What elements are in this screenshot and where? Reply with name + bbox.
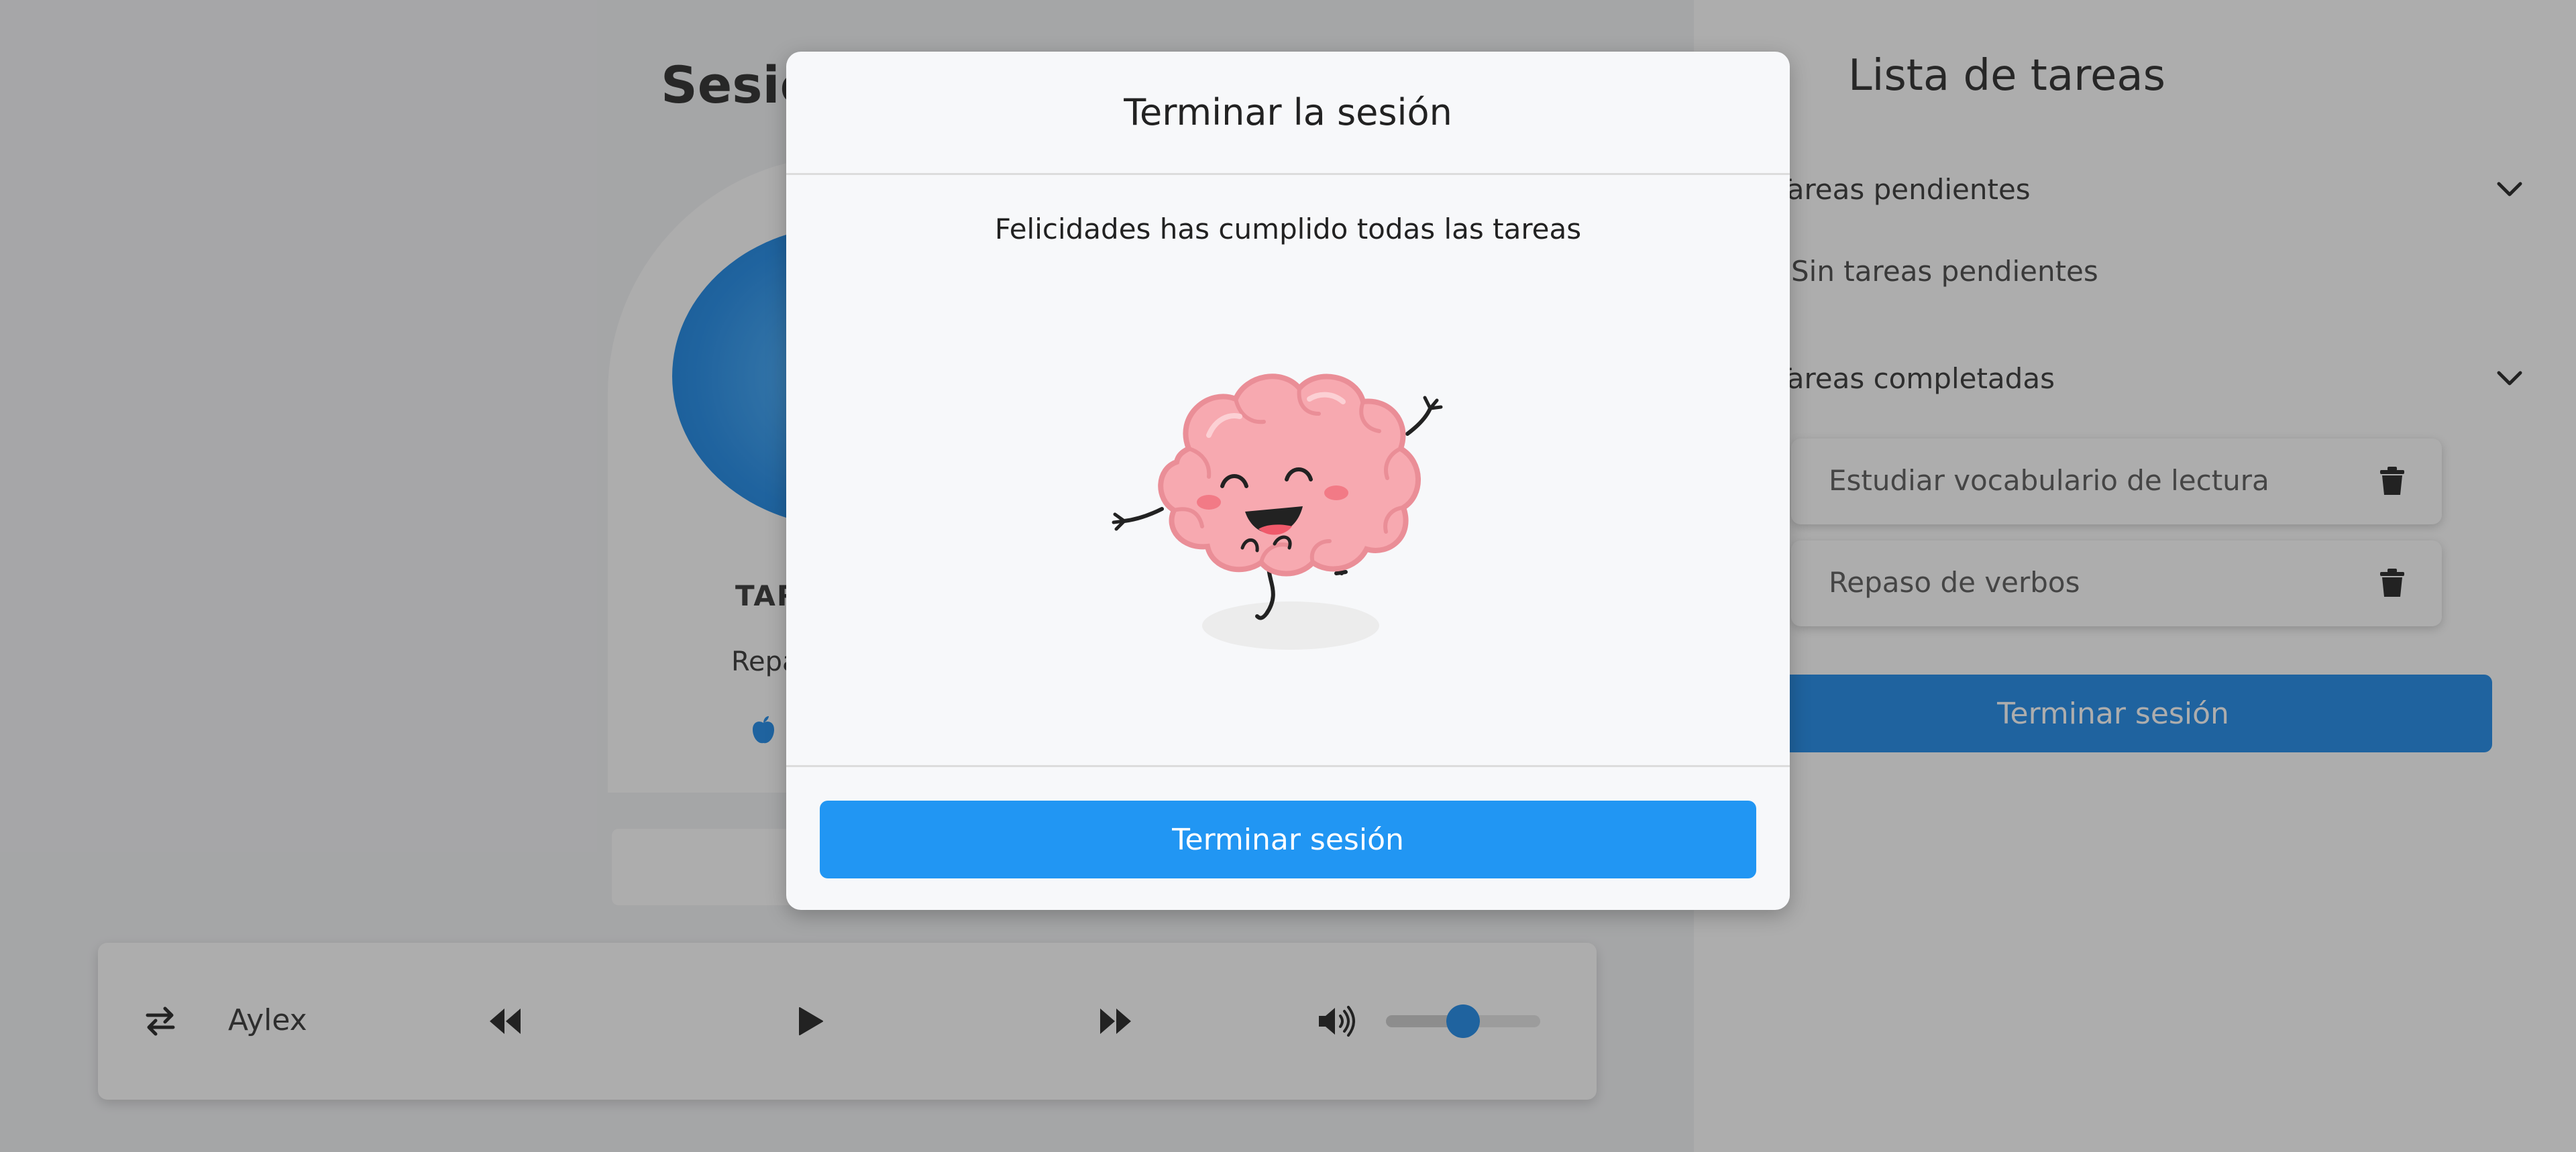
modal-title: Terminar la sesión [1124,91,1452,133]
modal-message: Felicidades has cumplido todas las tarea… [994,213,1582,245]
modal-header: Terminar la sesión [786,52,1790,175]
modal-footer: Terminar sesión [786,765,1790,910]
happy-brain-illustration [1112,373,1443,650]
modal-end-session-button[interactable]: Terminar sesión [820,801,1756,878]
modal-body: Felicidades has cumplido todas las tarea… [786,175,1790,765]
end-session-modal: Terminar la sesión Felicidades has cumpl… [786,52,1790,910]
